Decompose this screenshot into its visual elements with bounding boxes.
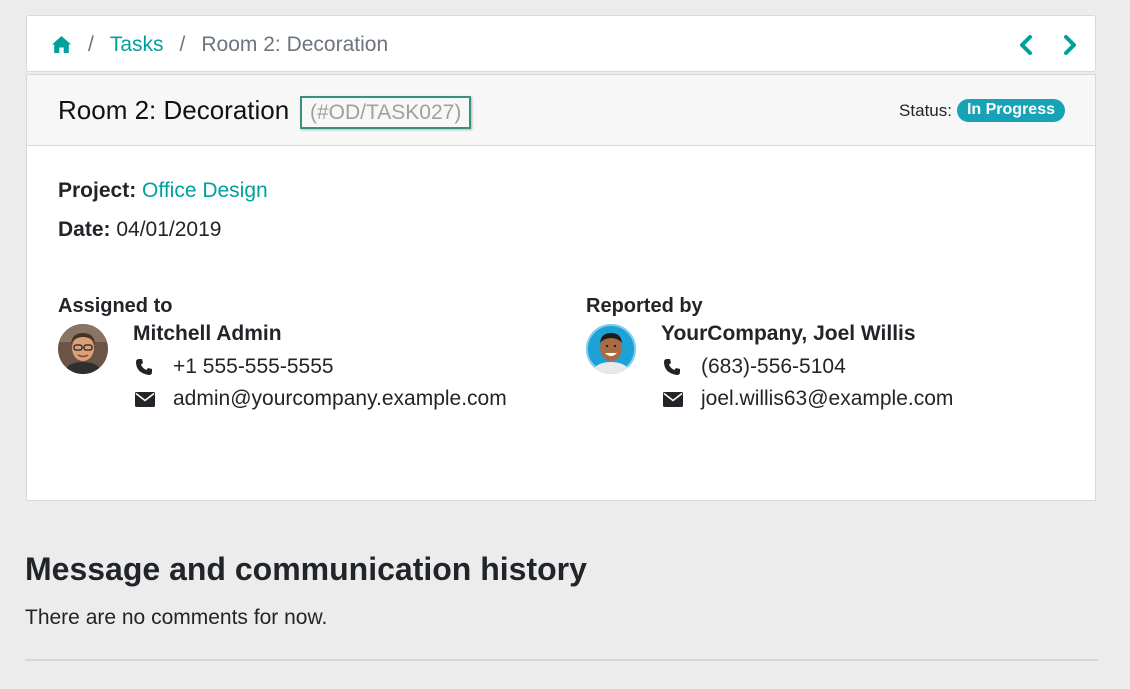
breadcrumb: / Tasks / Room 2: Decoration bbox=[26, 15, 1096, 72]
chevron-left-icon[interactable] bbox=[1019, 34, 1033, 55]
assignee-phone-text: +1 555-555-5555 bbox=[173, 355, 334, 378]
assigned-to-section: Assigned to Mitchell Admin +1 555-555-55… bbox=[58, 295, 507, 415]
chevron-right-icon[interactable] bbox=[1063, 34, 1077, 55]
status-label: Status: bbox=[899, 100, 952, 120]
reporter-email-text[interactable]: joel.willis63@example.com bbox=[701, 387, 953, 411]
assignee-email-text[interactable]: admin@yourcompany.example.com bbox=[173, 387, 507, 411]
project-label: Project: bbox=[58, 179, 137, 202]
history-title: Message and communication history bbox=[25, 551, 587, 587]
record-pager bbox=[1019, 16, 1077, 73]
breadcrumb-current: Room 2: Decoration bbox=[201, 32, 389, 56]
assigned-to-heading: Assigned to bbox=[58, 295, 173, 317]
home-icon[interactable] bbox=[51, 35, 72, 54]
breadcrumb-tasks-link[interactable]: Tasks bbox=[110, 33, 164, 57]
divider bbox=[25, 659, 1098, 661]
assignee-name: Mitchell Admin bbox=[133, 322, 282, 345]
project-link[interactable]: Office Design bbox=[142, 179, 268, 202]
breadcrumb-separator: / bbox=[179, 32, 186, 56]
task-reference: (#OD/TASK027) bbox=[300, 96, 472, 129]
envelope-icon bbox=[663, 391, 689, 407]
date-label: Date: bbox=[58, 218, 111, 241]
task-title: Room 2: Decoration bbox=[58, 95, 290, 125]
reporter-phone-text: (683)-556-5104 bbox=[701, 355, 846, 378]
reported-by-section: Reported by YourCompany, Joel Willis (68… bbox=[586, 295, 953, 415]
status-badge: In Progress bbox=[956, 99, 1065, 122]
reporter-email: joel.willis63@example.com bbox=[661, 383, 953, 415]
reported-by-heading: Reported by bbox=[586, 295, 703, 317]
project-line: Project: Office Design bbox=[58, 179, 268, 203]
reporter-name: YourCompany, Joel Willis bbox=[661, 322, 916, 345]
task-portal-page: / Tasks / Room 2: Decoration Room 2: Dec… bbox=[0, 0, 1130, 689]
phone-icon bbox=[663, 358, 689, 376]
breadcrumb-trail: / Tasks / Room 2: Decoration bbox=[51, 16, 388, 73]
date-line: Date: 04/01/2019 bbox=[58, 218, 221, 242]
phone-icon bbox=[135, 358, 161, 376]
task-card-header: Room 2: Decoration (#OD/TASK027) Status:… bbox=[27, 75, 1095, 146]
date-value: 04/01/2019 bbox=[116, 218, 222, 241]
task-status: Status: In Progress bbox=[899, 99, 1065, 122]
avatar bbox=[58, 324, 108, 374]
reporter-phone: (683)-556-5104 bbox=[661, 351, 953, 383]
history-empty-message: There are no comments for now. bbox=[25, 606, 328, 629]
envelope-icon bbox=[135, 391, 161, 407]
breadcrumb-separator: / bbox=[88, 32, 94, 56]
assignee-email: admin@yourcompany.example.com bbox=[133, 383, 507, 415]
avatar bbox=[586, 324, 636, 374]
assignee-phone: +1 555-555-5555 bbox=[133, 351, 507, 383]
task-card: Room 2: Decoration (#OD/TASK027) Status:… bbox=[26, 74, 1096, 501]
